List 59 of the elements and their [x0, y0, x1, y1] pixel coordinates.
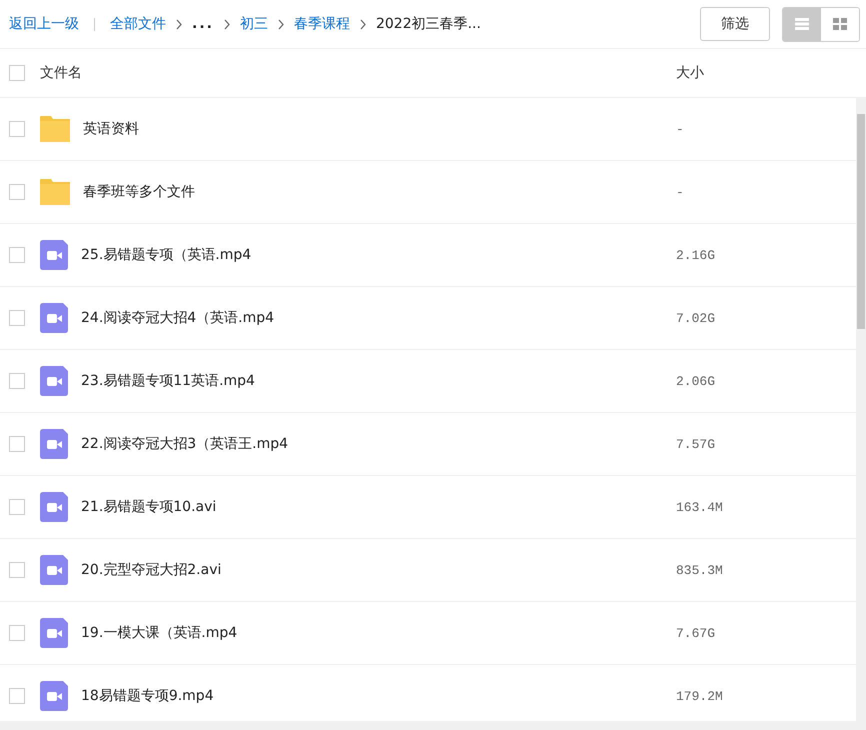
file-name[interactable]: 21.易错题专项10.avi: [81, 498, 676, 516]
column-header: 大小: [676, 64, 705, 82]
checkbox[interactable]: [9, 65, 25, 81]
file-name[interactable]: 23.易错题专项11英语.mp4: [81, 372, 676, 390]
file-size: 163.4M: [676, 500, 724, 514]
filter-button[interactable]: 筛选: [700, 7, 770, 41]
chevron-icon: [222, 18, 231, 30]
column-header: 文件名: [40, 64, 83, 82]
file-name[interactable]: 英语资料: [83, 120, 676, 138]
scrollbar[interactable]: [856, 98, 866, 721]
file-name[interactable]: 20.完型夺冠大招2.avi: [81, 561, 676, 579]
breadcrumb-link[interactable]: 初三: [240, 15, 268, 33]
checkbox[interactable]: [9, 562, 25, 578]
breadcrumb-current: 2022初三春季...: [376, 15, 481, 33]
file-size: 2.06G: [676, 374, 716, 388]
file-size: 835.3M: [676, 562, 724, 578]
file-size: 2.16G: [676, 248, 716, 262]
video-file-icon: [40, 681, 68, 711]
video-file-icon: [40, 618, 68, 648]
video-file-icon: [40, 492, 68, 522]
scrollbar-thumb[interactable]: [857, 114, 865, 329]
back-link[interactable]: 返回上一级: [9, 15, 79, 33]
file-name[interactable]: 25.易错题专项（英语.mp4: [81, 246, 676, 264]
file-size: 7.57G: [676, 436, 716, 452]
file-name[interactable]: 18易错题专项9.mp4: [81, 687, 676, 705]
checkbox[interactable]: [9, 625, 25, 641]
video-file-icon: [40, 429, 68, 459]
list-view-button[interactable]: [783, 8, 821, 40]
list-icon: [795, 18, 809, 30]
checkbox[interactable]: [9, 310, 25, 326]
chevron-icon: [175, 18, 183, 30]
video-file-icon: [40, 303, 68, 333]
breadcrumb-ellipsis: ...: [192, 16, 214, 32]
video-file-icon: [40, 240, 68, 270]
folder-icon: [40, 116, 70, 142]
file-name[interactable]: 22.阅读夺冠大招3（英语王.mp4: [81, 435, 676, 453]
file-name[interactable]: 19.一模大课（英语.mp4: [81, 624, 676, 642]
file-size: 7.67G: [676, 626, 716, 640]
file-name[interactable]: 春季班等多个文件: [83, 183, 676, 201]
checkbox[interactable]: [9, 688, 25, 704]
file-size: 179.2M: [676, 688, 724, 704]
checkbox[interactable]: [9, 436, 25, 452]
video-file-icon: [40, 366, 68, 396]
breadcrumb-link[interactable]: 全部文件: [110, 15, 166, 33]
video-file-icon: [40, 555, 68, 585]
breadcrumb-link[interactable]: 春季课程: [294, 15, 350, 33]
checkbox[interactable]: [9, 121, 25, 137]
file-name[interactable]: 24.阅读夺冠大招4（英语.mp4: [81, 309, 676, 327]
file-size: 7.02G: [676, 310, 716, 326]
file-size: -: [676, 184, 685, 200]
checkbox[interactable]: [9, 499, 25, 515]
chevron-icon: [358, 18, 367, 30]
chevron-icon: [276, 18, 285, 30]
checkbox[interactable]: [9, 373, 25, 389]
grid-icon: [833, 18, 847, 30]
file-size: -: [676, 122, 685, 136]
checkbox[interactable]: [9, 184, 25, 200]
folder-icon: [40, 179, 70, 205]
checkbox[interactable]: [9, 247, 25, 263]
